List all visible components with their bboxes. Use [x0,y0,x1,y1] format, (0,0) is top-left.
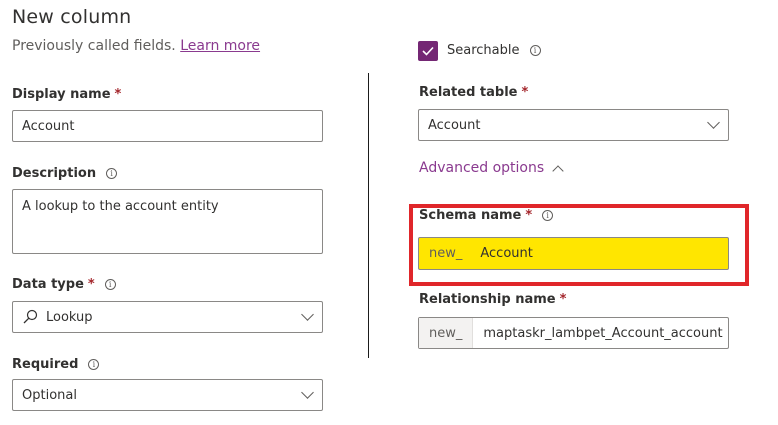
searchable-label-text: Searchable [447,43,520,58]
chevron-up-icon [552,164,564,177]
chevron-down-icon [301,308,314,321]
required-label-text: Required [12,357,79,372]
column-divider [368,73,369,358]
required-marker: * [114,87,122,102]
chevron-down-icon [707,116,720,129]
checkmark-icon [422,46,434,56]
required-value: Optional [22,387,77,403]
data-type-label: Data type * i [12,277,116,292]
display-name-label-text: Display name [12,87,111,102]
related-table-value: Account [428,117,481,133]
data-type-dropdown[interactable]: Lookup [12,301,323,333]
description-value: A lookup to the account entity [22,199,219,214]
description-label: Description i [12,166,118,181]
learn-more-link[interactable]: Learn more [180,38,260,54]
required-dropdown[interactable]: Optional [12,379,323,411]
relationship-name-label: Relationship name * [419,292,566,307]
info-icon[interactable]: i [106,168,118,179]
data-type-value: Lookup [46,309,93,325]
info-icon[interactable]: i [104,279,116,290]
relationship-name-value: maptaskr_lambpet_Account_account [483,325,723,341]
info-icon[interactable]: i [529,45,541,56]
searchable-checkbox[interactable] [418,41,438,61]
required-marker: * [559,292,567,307]
relationship-prefix: new_ [419,318,474,348]
description-label-text: Description [12,166,97,181]
data-type-label-text: Data type [12,277,84,292]
chevron-down-icon [301,386,314,399]
page-subtitle: Previously called fields. Learn more [12,38,260,54]
subtitle-text: Previously called fields. [12,38,176,54]
page-title: New column [12,6,132,28]
search-icon [22,309,38,325]
annotation-highlight-box [409,204,749,286]
description-textarea[interactable]: A lookup to the account entity [12,189,323,254]
related-table-label: Related table * [419,85,528,100]
advanced-options-label: Advanced options [419,160,545,176]
related-table-label-text: Related table [419,85,518,100]
display-name-input[interactable]: Account [12,110,323,142]
relationship-name-label-text: Relationship name [419,292,556,307]
required-marker: * [521,85,529,100]
display-name-label: Display name * [12,87,121,102]
related-table-dropdown[interactable]: Account [418,109,729,141]
display-name-value: Account [22,118,75,134]
info-icon[interactable]: i [88,359,100,370]
advanced-options-toggle[interactable]: Advanced options [419,160,564,177]
relationship-name-input[interactable]: new_ maptaskr_lambpet_Account_account [418,317,729,349]
required-marker: * [87,277,95,292]
required-label: Required i [12,357,100,372]
searchable-label: Searchable i [447,43,541,58]
